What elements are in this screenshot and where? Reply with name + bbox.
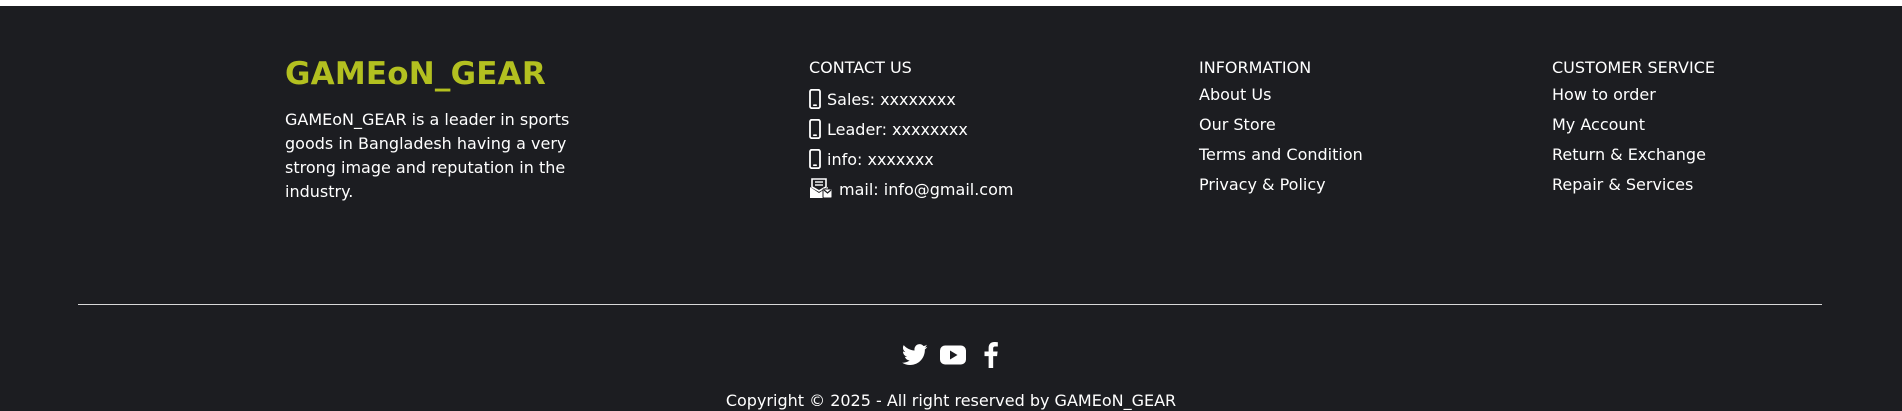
copyright-text: Copyright © 2025 - All right reserved by… (725, 391, 1177, 410)
contact-mail-text: mail: info@gmail.com (839, 179, 1014, 199)
link-privacy-policy[interactable]: Privacy & Policy (1199, 174, 1363, 204)
facebook-icon (984, 342, 998, 368)
phone-icon (809, 149, 821, 169)
contact-leader-text: Leader: xxxxxxxx (827, 119, 968, 139)
information-links: About Us Our Store Terms and Condition P… (1199, 84, 1363, 204)
brand-logo-text[interactable]: GAMEoN_GEAR (285, 56, 546, 92)
twitter-link[interactable] (902, 342, 928, 368)
facebook-link[interactable] (978, 342, 1004, 368)
contact-list: Sales: xxxxxxxx Leader: xxxxxxxx info: x… (809, 84, 1013, 204)
twitter-icon (902, 344, 928, 365)
contact-sales-text: Sales: xxxxxxxx (827, 89, 956, 109)
contact-item-leader: Leader: xxxxxxxx (809, 114, 1013, 144)
link-repair-services[interactable]: Repair & Services (1552, 174, 1706, 204)
site-footer: GAMEoN_GEAR GAMEoN_GEAR is a leader in s… (0, 6, 1902, 411)
link-about-us[interactable]: About Us (1199, 84, 1363, 114)
information-heading: INFORMATION (1199, 58, 1312, 77)
link-our-store[interactable]: Our Store (1199, 114, 1363, 144)
footer-divider (78, 304, 1822, 305)
link-terms-and-condition[interactable]: Terms and Condition (1199, 144, 1363, 174)
link-how-to-order[interactable]: How to order (1552, 84, 1706, 114)
link-return-exchange[interactable]: Return & Exchange (1552, 144, 1706, 174)
mail-icon (810, 178, 833, 199)
contact-heading: CONTACT US (809, 58, 912, 77)
phone-icon (809, 89, 821, 109)
phone-icon (809, 119, 821, 139)
link-my-account[interactable]: My Account (1552, 114, 1706, 144)
customer-service-heading: CUSTOMER SERVICE (1552, 58, 1715, 77)
contact-info-text: info: xxxxxxx (827, 149, 934, 169)
social-links (902, 342, 1004, 368)
customer-service-links: How to order My Account Return & Exchang… (1552, 84, 1706, 204)
contact-item-mail: mail: info@gmail.com (809, 174, 1013, 204)
youtube-link[interactable] (940, 342, 966, 368)
contact-item-info: info: xxxxxxx (809, 144, 1013, 174)
contact-item-sales: Sales: xxxxxxxx (809, 84, 1013, 114)
brand-description: GAMEoN_GEAR is a leader in sports goods … (285, 110, 570, 201)
youtube-icon (940, 345, 966, 365)
